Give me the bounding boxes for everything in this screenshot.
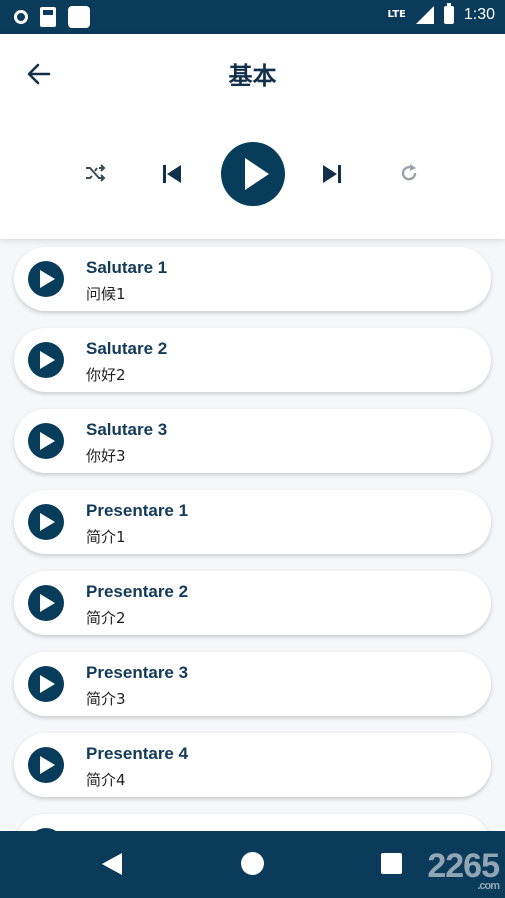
play-circle-icon[interactable] bbox=[28, 261, 64, 297]
lesson-subtitle: 简介3 bbox=[86, 690, 126, 708]
list-item[interactable]: Presentare 1 简介1 bbox=[14, 490, 491, 554]
nav-home-icon[interactable] bbox=[241, 852, 264, 875]
lesson-subtitle: 简介1 bbox=[86, 528, 126, 546]
list-item[interactable]: Presentare 3 简介3 bbox=[14, 652, 491, 716]
lesson-subtitle: 简介2 bbox=[86, 609, 126, 627]
circle-icon bbox=[14, 10, 28, 24]
network-label: LTE bbox=[387, 9, 406, 20]
lesson-title: Presentare 3 bbox=[86, 663, 189, 682]
skip-next-icon[interactable] bbox=[320, 162, 344, 186]
play-circle-icon[interactable] bbox=[28, 423, 64, 459]
play-circle-icon[interactable] bbox=[28, 747, 64, 783]
skip-previous-icon[interactable] bbox=[160, 162, 184, 186]
lesson-subtitle: 你好3 bbox=[86, 447, 126, 465]
nav-recent-icon[interactable] bbox=[381, 853, 402, 874]
lesson-title: Salutare 1 bbox=[86, 258, 168, 277]
play-circle-icon[interactable] bbox=[28, 504, 64, 540]
lesson-list: Salutare 1 问候1 Salutare 2 你好2 Salutare 3… bbox=[0, 239, 505, 831]
lesson-subtitle: 问候1 bbox=[86, 285, 126, 303]
nav-back-icon[interactable] bbox=[100, 852, 124, 880]
status-left-icons bbox=[14, 6, 90, 28]
list-item[interactable]: Salutare 3 你好3 bbox=[14, 409, 491, 473]
status-bar: LTE 1:30 bbox=[0, 0, 505, 34]
lesson-subtitle: 你好2 bbox=[86, 366, 126, 384]
player-controls bbox=[0, 142, 505, 208]
clock: 1:30 bbox=[463, 6, 495, 23]
sd-card-icon bbox=[40, 7, 56, 27]
lesson-title: Presentare 1 bbox=[86, 501, 189, 520]
shuffle-icon[interactable] bbox=[84, 162, 106, 184]
play-circle-icon[interactable] bbox=[28, 342, 64, 378]
signal-icon bbox=[415, 6, 434, 24]
square-icon bbox=[68, 6, 90, 28]
play-circle-icon[interactable] bbox=[28, 585, 64, 621]
watermark-logo: 2265 .com bbox=[427, 847, 500, 892]
list-item[interactable]: Salutare 1 问候1 bbox=[14, 247, 491, 311]
list-item[interactable]: Presentare 2 简介2 bbox=[14, 571, 491, 635]
list-item[interactable]: Presentare 4 简介4 bbox=[14, 733, 491, 797]
play-icon[interactable] bbox=[221, 142, 285, 206]
play-circle-icon[interactable] bbox=[28, 666, 64, 702]
battery-icon bbox=[443, 3, 454, 24]
lesson-title: Presentare 4 bbox=[86, 744, 189, 763]
status-right: LTE 1:30 bbox=[387, 3, 495, 24]
lesson-subtitle: 简介4 bbox=[86, 771, 126, 789]
list-item-partial[interactable] bbox=[14, 814, 491, 831]
list-item[interactable]: Salutare 2 你好2 bbox=[14, 328, 491, 392]
lesson-title: Salutare 3 bbox=[86, 420, 168, 439]
app-header: 基本 bbox=[0, 34, 505, 239]
lesson-title: Salutare 2 bbox=[86, 339, 168, 358]
page-title: 基本 bbox=[228, 62, 277, 90]
system-nav-bar: 2265 .com bbox=[0, 831, 505, 898]
repeat-icon[interactable] bbox=[398, 162, 420, 184]
lesson-title: Presentare 2 bbox=[86, 582, 189, 601]
